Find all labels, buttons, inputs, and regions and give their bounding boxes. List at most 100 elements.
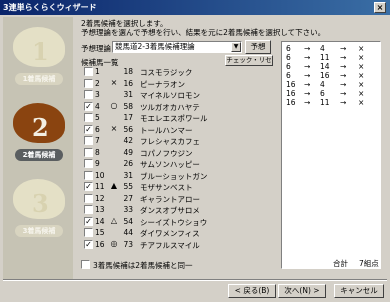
close-button[interactable]: × (374, 2, 386, 13)
candidate-name: ギャラントアロー (140, 194, 200, 204)
candidate-row[interactable]: 5 17 モエレエスポワール (81, 112, 271, 123)
candidate-row[interactable]: 2 × 16 ピーナラオン (81, 78, 271, 89)
candidate-rank: 3 (95, 90, 100, 99)
candidate-checkbox[interactable] (84, 147, 93, 157)
candidate-row[interactable]: 10 31 ブルーショットガン (81, 170, 271, 181)
candidate-row[interactable]: 7 42 フレシャスカフェ (81, 135, 271, 146)
candidate-checkbox[interactable]: ✓ (84, 239, 93, 249)
chevron-down-icon[interactable]: ▼ (231, 42, 241, 52)
arrow-icon: → (304, 62, 311, 71)
arrow-icon: → (304, 53, 311, 62)
candidate-rank: 16 (95, 239, 105, 249)
candidate-row[interactable]: ✓ 16 ◎ 73 チアフルスマイル (81, 239, 271, 250)
candidate-checkbox[interactable] (84, 67, 93, 76)
candidate-rank: 11 (95, 182, 105, 191)
candidate-score: 58 (123, 101, 133, 111)
candidate-checkbox[interactable] (84, 170, 93, 180)
combination-row[interactable]: 6 → 14 → × (282, 62, 382, 71)
combination-row[interactable]: 16 → 6 → × (282, 89, 382, 98)
step-3: 3 3着馬候補 (7, 173, 69, 245)
candidate-row[interactable]: 12 27 ギャラントアロー (81, 193, 271, 204)
candidate-name: トールハンマー (140, 125, 193, 135)
candidate-rank: 4 (95, 101, 100, 111)
arrow-icon: → (304, 89, 311, 98)
candidate-checkbox[interactable] (84, 228, 93, 237)
candidate-name: ピーナラオン (140, 79, 185, 89)
candidate-rank: 13 (95, 205, 105, 214)
candidate-row[interactable]: 15 44 ダイワメンフィス (81, 227, 271, 238)
candidate-score: 33 (123, 205, 133, 214)
candidate-row[interactable]: 3 31 マイネルソロモン (81, 89, 271, 100)
combination-row[interactable]: 16 → 4 → × (282, 80, 382, 89)
arrow-icon: → (340, 62, 347, 71)
step-2: 2 2着馬候補 (7, 97, 69, 169)
candidate-row[interactable]: 1 18 コスモラジック (81, 66, 271, 77)
theory-select[interactable]: 競馬道2-3着馬候補理論 ▼ (112, 41, 242, 53)
candidate-name: ダイワメンフィス (140, 229, 200, 238)
arrow-icon: → (304, 44, 311, 53)
candidate-rank: 15 (95, 228, 105, 237)
candidate-row[interactable]: ✓ 6 × 56 トールハンマー (81, 124, 271, 135)
candidate-name: マイネルソロモン (140, 91, 200, 100)
same-option[interactable]: 3着馬候補は2着馬候補と同一 (81, 259, 193, 271)
candidate-checkbox[interactable]: ✓ (84, 124, 93, 134)
predict-button[interactable]: 予想 (245, 40, 271, 54)
combination-row[interactable]: 16 → 11 → × (282, 98, 382, 107)
candidate-checkbox[interactable]: ✓ (84, 101, 93, 111)
candidate-score: 17 (123, 113, 133, 122)
cancel-button[interactable]: キャンセル (334, 284, 384, 298)
instructions: 2着馬候補を選択します。 予想理論を選んで予想を行い、結果を元に2着馬候補を選択… (81, 19, 326, 37)
same-option-checkbox[interactable] (81, 260, 90, 269)
candidate-score: 49 (123, 147, 133, 157)
check-reset-button[interactable]: チェック・リセット (225, 55, 273, 73)
second-place: 14 (320, 62, 330, 71)
back-button[interactable]: < 戻る(B) (228, 284, 276, 298)
candidate-list: 1 18 コスモラジック 2 × 16 ピーナラオン 3 31 マイネルソロモン ✓ 4 ○ 58 ツルガオ… (81, 66, 271, 256)
candidate-mark: × (110, 123, 118, 133)
third-place: × (358, 71, 365, 80)
candidate-checkbox[interactable]: ✓ (84, 182, 93, 191)
third-place: × (358, 44, 365, 53)
candidate-checkbox[interactable] (84, 205, 93, 214)
candidate-checkbox[interactable] (84, 159, 93, 168)
candidate-name: シーイズトウショウ (140, 217, 208, 227)
candidate-row[interactable]: 8 49 コパノフウジン (81, 147, 271, 158)
first-place: 6 (286, 44, 291, 53)
combination-row[interactable]: 6 → 16 → × (282, 71, 382, 80)
combination-list[interactable]: 6 → 4 → × 6 → 11 → × 6 → 14 → × 6 → 16 → × 16 → 4 → × 16 → 6 → × 16 → 11… (281, 41, 381, 269)
candidate-row[interactable]: ✓ 11 ▲ 55 モザサンベスト (81, 181, 271, 192)
step-2-label: 2着馬候補 (15, 149, 63, 161)
candidate-name: ダンスオブサロメ (140, 206, 200, 215)
candidate-checkbox[interactable] (84, 193, 93, 203)
candidate-checkbox[interactable] (84, 78, 93, 88)
candidate-rank: 5 (95, 113, 100, 122)
second-place: 16 (320, 71, 330, 80)
candidate-rank: 9 (95, 159, 100, 168)
candidate-name: サムソンハッピー (140, 160, 200, 169)
candidate-checkbox[interactable]: ✓ (84, 216, 93, 226)
candidate-checkbox[interactable] (84, 113, 93, 122)
arrow-icon: → (304, 80, 311, 89)
combination-row[interactable]: 6 → 4 → × (282, 44, 382, 53)
candidate-score: 31 (123, 90, 133, 99)
candidate-checkbox[interactable] (84, 90, 93, 99)
first-place: 16 (286, 98, 296, 107)
candidate-name: コパノフウジン (140, 148, 193, 158)
candidate-rank: 14 (95, 216, 105, 226)
candidate-name: モエレエスポワール (140, 114, 208, 123)
first-place: 16 (286, 80, 296, 89)
arrow-icon: → (340, 71, 347, 80)
next-button[interactable]: 次へ(N) > (278, 284, 326, 298)
candidate-row[interactable]: ✓ 14 △ 54 シーイズトウショウ (81, 216, 271, 227)
third-place: × (358, 62, 365, 71)
step-3-label: 3着馬候補 (15, 225, 63, 237)
second-place: 11 (320, 53, 330, 62)
candidate-row[interactable]: 9 26 サムソンハッピー (81, 158, 271, 169)
combination-row[interactable]: 6 → 11 → × (282, 53, 382, 62)
candidate-row[interactable]: ✓ 4 ○ 58 ツルガオカハヤテ (81, 101, 271, 112)
candidate-score: 26 (123, 159, 133, 168)
candidate-row[interactable]: 13 33 ダンスオブサロメ (81, 204, 271, 215)
candidate-score: 54 (123, 216, 133, 226)
candidate-checkbox[interactable] (84, 136, 93, 145)
candidate-score: 31 (123, 170, 133, 180)
